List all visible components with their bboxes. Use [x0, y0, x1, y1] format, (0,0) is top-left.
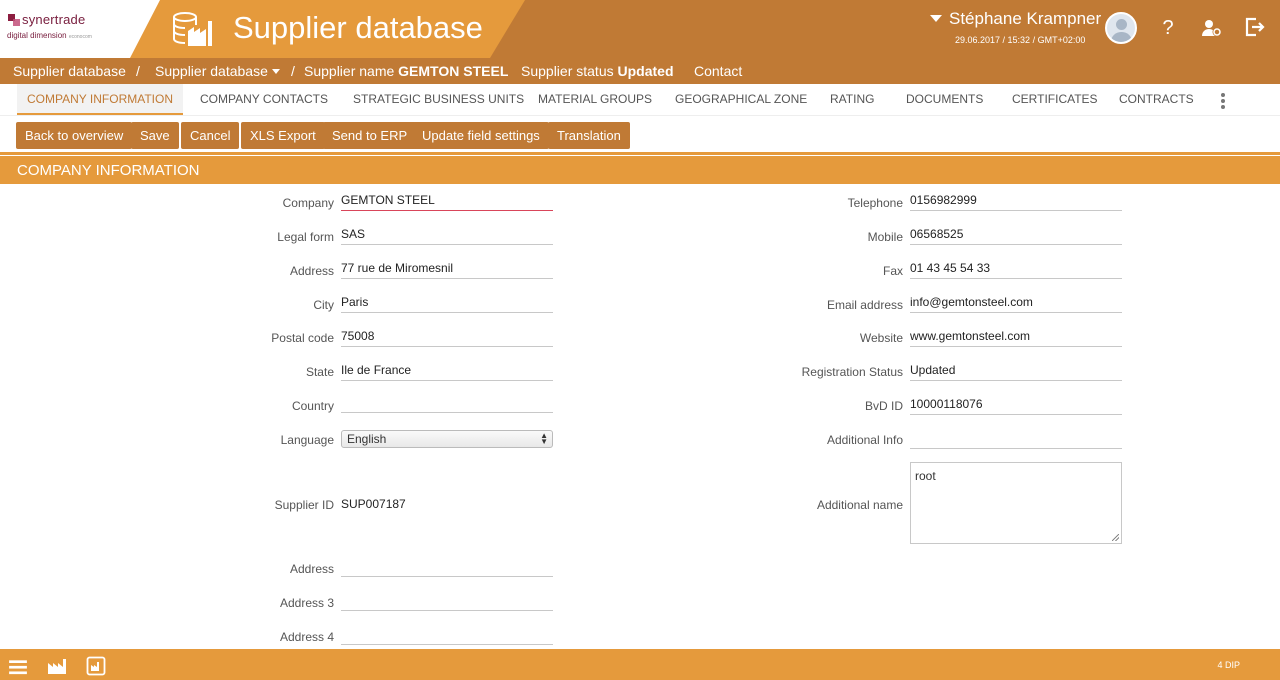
avatar[interactable] — [1105, 12, 1137, 44]
tab-certificates[interactable]: CERTIFICATES — [1002, 84, 1108, 115]
supplier-database-icon — [173, 12, 212, 46]
translation-button[interactable]: Translation — [548, 122, 630, 149]
save-button[interactable]: Save — [131, 122, 179, 149]
address-field[interactable]: 77 rue de Miromesnil — [341, 259, 553, 279]
version-label: 4 DIP — [1217, 660, 1240, 670]
factory-icon[interactable] — [47, 656, 67, 676]
supplier-catalog-icon[interactable] — [86, 656, 106, 676]
address-4-field[interactable] — [341, 625, 553, 645]
website-label: Website — [859, 331, 903, 345]
footer-bar — [0, 649, 1280, 680]
breadcrumb-root[interactable]: Supplier database — [13, 63, 126, 79]
xls-export-button[interactable]: XLS Export — [241, 122, 325, 149]
send-to-erp-button[interactable]: Send to ERP — [323, 122, 417, 149]
supplier-name-value: GEMTON STEEL — [398, 63, 509, 79]
language-select[interactable]: English ▲ ▼ — [341, 430, 553, 448]
additional-name-label: Additional name — [816, 498, 903, 512]
state-label: State — [305, 365, 334, 379]
section-title: COMPANY INFORMATION — [0, 156, 1280, 184]
logo-name: synertrade — [22, 12, 86, 27]
logo-mark-icon — [8, 14, 20, 26]
address-label: Address — [289, 264, 334, 278]
registration-status-label: Registration Status — [801, 365, 903, 379]
menu-icon[interactable] — [8, 657, 28, 677]
breadcrumb-module-label: Supplier database — [155, 63, 268, 79]
company-field[interactable]: GEMTON STEEL — [341, 191, 553, 211]
legal-form-field[interactable]: SAS — [341, 225, 553, 245]
state-field[interactable]: Ile de France — [341, 361, 553, 381]
update-field-settings-button[interactable]: Update field settings — [413, 122, 549, 149]
telephone-label: Telephone — [847, 196, 903, 210]
mobile-label: Mobile — [867, 230, 903, 244]
supplier-id-label: Supplier ID — [274, 498, 334, 512]
address-2-label: Address — [289, 562, 334, 576]
supplier-id-value: SUP007187 — [341, 497, 406, 511]
email-label: Email address — [826, 298, 903, 312]
breadcrumb-separator: / — [291, 63, 295, 79]
user-settings-icon[interactable] — [1200, 18, 1222, 38]
tab-contracts[interactable]: CONTRACTS — [1109, 84, 1204, 115]
additional-name-value: root — [915, 469, 936, 483]
supplier-name-label: Supplier name — [304, 63, 395, 79]
address-3-label: Address 3 — [279, 596, 334, 610]
user-menu-caret-icon[interactable] — [930, 15, 942, 22]
select-arrows-icon: ▲ ▼ — [540, 431, 548, 446]
country-label: Country — [291, 399, 334, 413]
fax-field[interactable]: 01 43 45 54 33 — [910, 259, 1122, 279]
bvd-id-field[interactable]: 10000118076 — [910, 395, 1122, 415]
logo-sub-text: digital dimension — [7, 31, 67, 40]
additional-info-label: Additional Info — [826, 433, 903, 447]
address-4-label: Address 4 — [279, 630, 334, 644]
bvd-id-label: BvD ID — [864, 399, 903, 413]
logo-small-text: econocom — [68, 34, 92, 40]
fax-label: Fax — [882, 264, 903, 278]
company-label: Company — [282, 196, 334, 210]
language-select-value: English — [347, 432, 387, 446]
address-2-field[interactable] — [341, 557, 553, 577]
tab-material-groups[interactable]: MATERIAL GROUPS — [528, 84, 662, 115]
breadcrumb-module[interactable]: Supplier database — [155, 63, 280, 79]
tab-company-contacts[interactable]: COMPANY CONTACTS — [190, 84, 338, 115]
language-label: Language — [280, 433, 334, 447]
website-field[interactable]: www.gemtonsteel.com — [910, 327, 1122, 347]
breadcrumb-supplier-status: Supplier status Updated — [521, 63, 674, 79]
postal-code-field[interactable]: 75008 — [341, 327, 553, 347]
more-options-icon[interactable] — [1219, 93, 1227, 109]
telephone-field[interactable]: 0156982999 — [910, 191, 1122, 211]
tab-rating[interactable]: RATING — [820, 84, 884, 115]
tab-bar: COMPANY INFORMATION COMPANY CONTACTS STR… — [0, 84, 1280, 116]
session-datetime: 29.06.2017 / 15:32 / GMT+02:00 — [955, 35, 1086, 45]
email-field[interactable]: info@gemtonsteel.com — [910, 293, 1122, 313]
additional-info-field[interactable] — [910, 429, 1122, 449]
city-label: City — [313, 298, 334, 312]
user-name[interactable]: Stéphane Krampner — [949, 9, 1101, 29]
back-to-overview-button[interactable]: Back to overview — [16, 122, 133, 149]
supplier-status-label: Supplier status — [521, 63, 614, 79]
legal-form-label: Legal form — [277, 230, 334, 244]
section-divider — [0, 152, 1280, 155]
postal-code-label: Postal code — [271, 331, 334, 345]
breadcrumb-separator: / — [136, 63, 140, 79]
mobile-field[interactable]: 06568525 — [910, 225, 1122, 245]
breadcrumb-supplier-name: Supplier name GEMTON STEEL — [304, 63, 508, 79]
help-icon[interactable]: ? — [1156, 14, 1180, 42]
breadcrumb: Supplier database / Supplier database / … — [0, 58, 1280, 84]
supplier-status-value: Updated — [617, 63, 674, 79]
resize-handle-icon[interactable] — [1112, 534, 1119, 541]
logo-subtitle: digital dimension econocom — [7, 31, 92, 40]
tab-strategic-business-units[interactable]: STRATEGIC BUSINESS UNITS — [343, 84, 534, 115]
tab-company-information[interactable]: COMPANY INFORMATION — [17, 84, 184, 115]
tab-documents[interactable]: DOCUMENTS — [896, 84, 993, 115]
address-3-field[interactable] — [341, 591, 553, 611]
app-title: Supplier database — [233, 10, 483, 45]
country-field[interactable] — [341, 393, 553, 413]
city-field[interactable]: Paris — [341, 293, 553, 313]
additional-name-textarea[interactable]: root — [910, 462, 1122, 544]
cancel-button[interactable]: Cancel — [181, 122, 240, 149]
breadcrumb-contact[interactable]: Contact — [694, 63, 742, 79]
registration-status-field[interactable]: Updated — [910, 361, 1122, 381]
logout-icon[interactable] — [1244, 17, 1266, 37]
tab-geographical-zone[interactable]: GEOGRAPHICAL ZONE — [665, 84, 817, 115]
chevron-down-icon — [271, 69, 280, 74]
